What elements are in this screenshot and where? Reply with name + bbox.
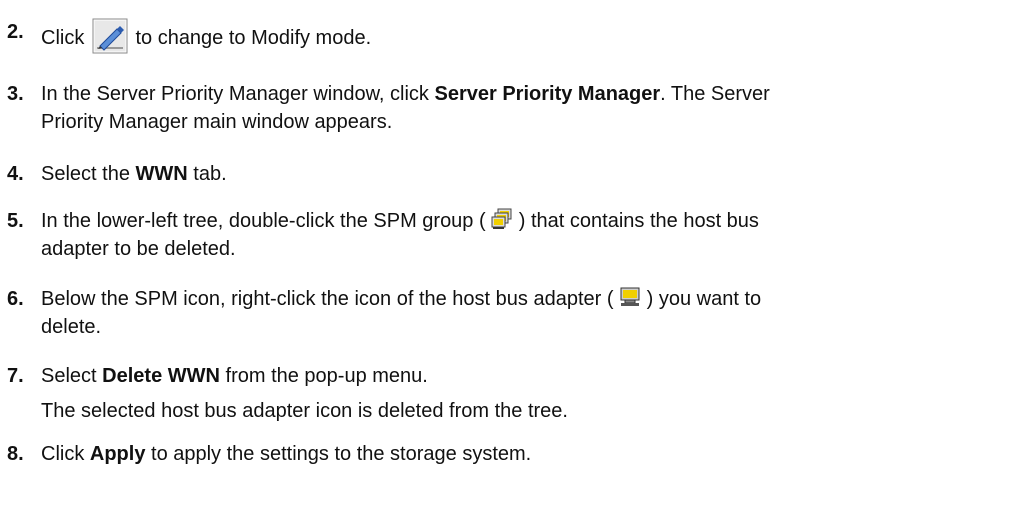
step-number: 5. (7, 210, 24, 232)
step-text: In the lower-left tree, double-click the… (41, 208, 759, 260)
modify-mode-button-icon (92, 18, 128, 54)
ui-term: Delete WWN (102, 365, 220, 387)
step-number: 7. (7, 365, 24, 387)
ui-term: Apply (89, 443, 146, 465)
ui-term: WWN (135, 163, 188, 185)
step-text: Below the SPM icon, right-click the icon… (41, 287, 762, 338)
step-number: 2. (7, 21, 24, 43)
ui-term: Server Priority Manager (434, 83, 661, 105)
step-number: 4. (7, 163, 24, 185)
step-text: Select the WWN tab. (41, 163, 227, 185)
step-text: Select Delete WWN from the pop-up menu. … (41, 365, 568, 422)
host-bus-adapter-icon (620, 287, 640, 306)
step-text: In the Server Priority Manager window, c… (41, 83, 770, 133)
step-text: Click Apply to apply the settings to the… (41, 443, 532, 465)
step-number: 8. (7, 443, 24, 465)
spm-group-icon (491, 208, 512, 229)
step-number: 3. (7, 83, 24, 105)
step-number: 6. (7, 288, 24, 310)
step-text: Click to change to Modify mode. (41, 18, 1026, 54)
